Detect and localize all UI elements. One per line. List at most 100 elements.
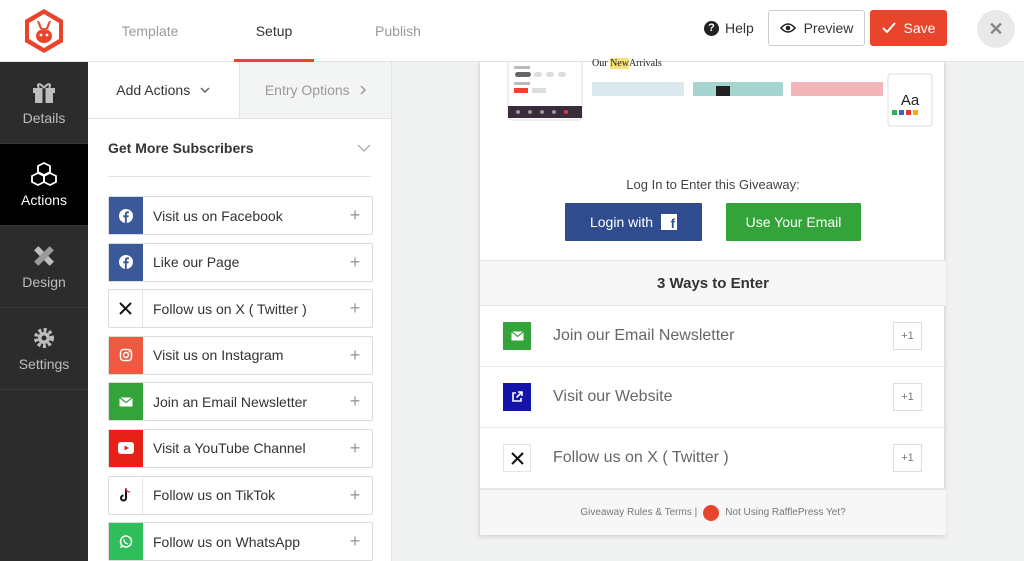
chevron-down-icon — [357, 144, 371, 152]
close-button[interactable]: ✕ — [977, 10, 1015, 48]
email-icon — [109, 383, 143, 421]
action-follow-x[interactable]: Follow us on X ( Twitter ) + — [108, 289, 373, 329]
login-facebook-label: Login with — [589, 214, 654, 230]
entry-email-newsletter[interactable]: Join our Email Newsletter +1 — [480, 306, 946, 367]
entry-follow-x[interactable]: Follow us on X ( Twitter ) +1 — [480, 428, 946, 489]
save-label: Save — [903, 20, 936, 36]
panel-tabs: Add Actions Entry Options — [88, 62, 391, 119]
action-visit-facebook[interactable]: Visit us on Facebook + — [108, 196, 373, 235]
cubes-icon — [31, 161, 57, 186]
action-follow-tiktok[interactable]: Follow us on TikTok + — [108, 475, 373, 515]
gear-icon — [34, 327, 54, 348]
action-label: Follow us on TikTok — [153, 487, 276, 504]
preview-label: Preview — [803, 20, 854, 36]
use-your-email-button[interactable]: Use Your Email — [726, 203, 861, 241]
plus-icon: + — [349, 251, 361, 272]
plus-icon: + — [349, 205, 361, 225]
giveaway-rules-link[interactable]: Giveaway Rules & Terms | — [580, 507, 697, 518]
tab-entry-options[interactable]: Entry Options — [238, 62, 391, 118]
email-icon — [503, 322, 531, 350]
instagram-icon — [109, 336, 143, 374]
action-label: Join an Email Newsletter — [153, 393, 308, 410]
section-title: Get More Subscribers — [108, 139, 254, 156]
x-icon — [503, 444, 531, 472]
nav-item-settings[interactable]: Settings — [0, 308, 88, 390]
help-link[interactable]: ? Help — [704, 17, 754, 39]
tab-add-actions[interactable]: Add Actions — [88, 62, 239, 118]
tiktok-icon — [109, 476, 143, 514]
entry-visit-website[interactable]: Visit our Website +1 — [480, 367, 946, 428]
action-email-newsletter[interactable]: Join an Email Newsletter + — [108, 382, 373, 422]
entry-label: Join our Email Newsletter — [553, 327, 735, 344]
question-icon: ? — [704, 20, 719, 36]
entry-points-badge: +1 — [893, 444, 922, 472]
save-button[interactable]: Save — [870, 10, 947, 46]
rabbit-logo-icon — [25, 9, 63, 53]
login-with-facebook-button[interactable]: Login with f — [565, 203, 702, 241]
action-follow-whatsapp[interactable]: Follow us on WhatsApp + — [108, 522, 373, 561]
nav-label: Design — [22, 273, 66, 290]
close-icon: ✕ — [988, 18, 1004, 39]
chevron-right-icon — [360, 85, 366, 95]
help-label: Help — [725, 20, 754, 36]
plus-icon: + — [349, 344, 361, 365]
action-list: Visit us on Facebook + Like our Page + F… — [108, 196, 373, 561]
login-email-label: Use Your Email — [745, 214, 842, 230]
promo-card-label: Aa — [900, 92, 920, 109]
eye-icon — [779, 23, 796, 33]
not-using-rafflepress-link[interactable]: Not Using RafflePress Yet? — [725, 507, 845, 518]
youtube-icon — [109, 429, 143, 467]
action-label: Follow us on X ( Twitter ) — [153, 300, 307, 317]
action-label: Follow us on WhatsApp — [153, 533, 301, 550]
gift-icon — [33, 82, 55, 103]
external-link-icon — [503, 383, 531, 411]
facebook-icon — [109, 197, 143, 234]
nav-item-design[interactable]: Design — [0, 226, 88, 308]
rafflepress-logo[interactable] — [0, 0, 88, 62]
tab-publish[interactable]: Publish — [336, 0, 460, 62]
facebook-icon: f — [661, 214, 678, 230]
action-label: Visit a YouTube Channel — [153, 440, 306, 457]
promo-heading-suffix: Arrivals — [628, 58, 662, 69]
nav-label: Actions — [21, 191, 67, 208]
facebook-icon — [109, 243, 143, 281]
action-like-page[interactable]: Like our Page + — [108, 242, 373, 282]
tab-template[interactable]: Template — [88, 0, 212, 62]
top-tabs: Template Setup Publish — [88, 0, 460, 62]
plus-icon: + — [349, 484, 361, 505]
plus-icon: + — [349, 391, 361, 412]
action-visit-instagram[interactable]: Visit us on Instagram + — [108, 335, 373, 375]
entry-label: Follow us on X ( Twitter ) — [553, 449, 729, 466]
pencil-ruler-icon — [34, 245, 54, 266]
tab-setup[interactable]: Setup — [212, 0, 336, 62]
nav-label: Settings — [18, 355, 70, 372]
ways-title: 3 Ways to Enter — [657, 274, 769, 292]
top-bar: Template Setup Publish ? Help Preview Sa… — [0, 0, 1024, 62]
preview-footer: Giveaway Rules & Terms | Not Using Raffl… — [480, 489, 946, 535]
nav-item-details[interactable]: Details — [0, 62, 88, 144]
giveaway-preview: Our NewArrivals Aa Log In to Enter this … — [479, 57, 946, 535]
action-label: Like our Page — [153, 254, 240, 271]
entry-label: Visit our Website — [553, 388, 673, 405]
actions-panel: Add Actions Entry Options Get More Subsc… — [88, 62, 392, 561]
promo-heading-highlight: New — [610, 58, 629, 69]
plus-icon: + — [349, 437, 361, 458]
preview-button[interactable]: Preview — [768, 10, 865, 46]
promo-heading: Our NewArrivals — [592, 58, 662, 69]
plus-icon: + — [349, 298, 361, 319]
tab-add-actions-label: Add Actions — [116, 82, 191, 98]
whatsapp-icon — [109, 523, 143, 561]
action-youtube-channel[interactable]: Visit a YouTube Channel + — [108, 428, 373, 468]
promo-image: Our NewArrivals Aa — [480, 57, 946, 152]
tab-entry-options-label: Entry Options — [264, 82, 350, 98]
nav-label: Details — [22, 109, 66, 126]
promo-banner-image — [507, 57, 933, 127]
entry-points-badge: +1 — [893, 322, 922, 350]
promo-heading-prefix: Our — [592, 58, 611, 69]
plus-icon: + — [349, 531, 361, 552]
login-title: Log In to Enter this Giveaway: — [626, 177, 800, 192]
ways-to-enter-heading: 3 Ways to Enter — [480, 260, 946, 306]
nav-item-actions[interactable]: Actions — [0, 144, 88, 226]
check-icon — [881, 22, 896, 34]
section-get-more-subscribers[interactable]: Get More Subscribers — [108, 119, 371, 177]
